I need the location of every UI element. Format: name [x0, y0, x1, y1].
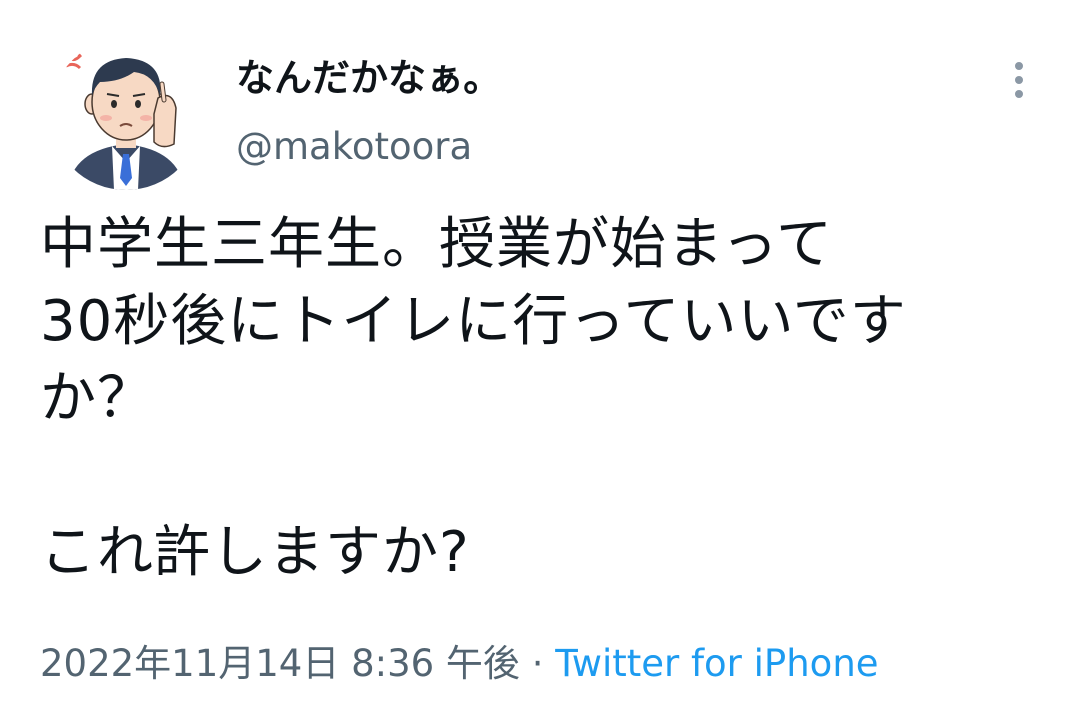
more-dot — [1015, 76, 1023, 84]
tweet-text: 中学生三年生。授業が始まって 30秒後にトイレに行っていいです か？ これ許しま… — [40, 212, 907, 585]
author-display-name[interactable]: なんだかなぁ。 — [236, 52, 501, 104]
author-handle[interactable]: @makotoora — [236, 122, 472, 172]
tweet-timestamp[interactable]: 2022年11月14日 8:36 午後 — [40, 642, 520, 685]
user-avatar[interactable] — [50, 38, 202, 190]
meta-separator: · — [531, 642, 544, 685]
tweet: なんだかなぁ。 @makotoora 中学生三年生。授業が始まって 30秒後にト… — [0, 0, 1079, 725]
tweet-metadata: 2022年11月14日 8:36 午後 · Twitter for iPhone — [40, 638, 879, 690]
more-dot — [1015, 90, 1023, 98]
tweet-source-link[interactable]: Twitter for iPhone — [555, 642, 878, 685]
more-dot — [1015, 62, 1023, 70]
more-options-icon[interactable] — [1000, 58, 1040, 102]
user-avatar-businessman-icon — [65, 50, 184, 190]
